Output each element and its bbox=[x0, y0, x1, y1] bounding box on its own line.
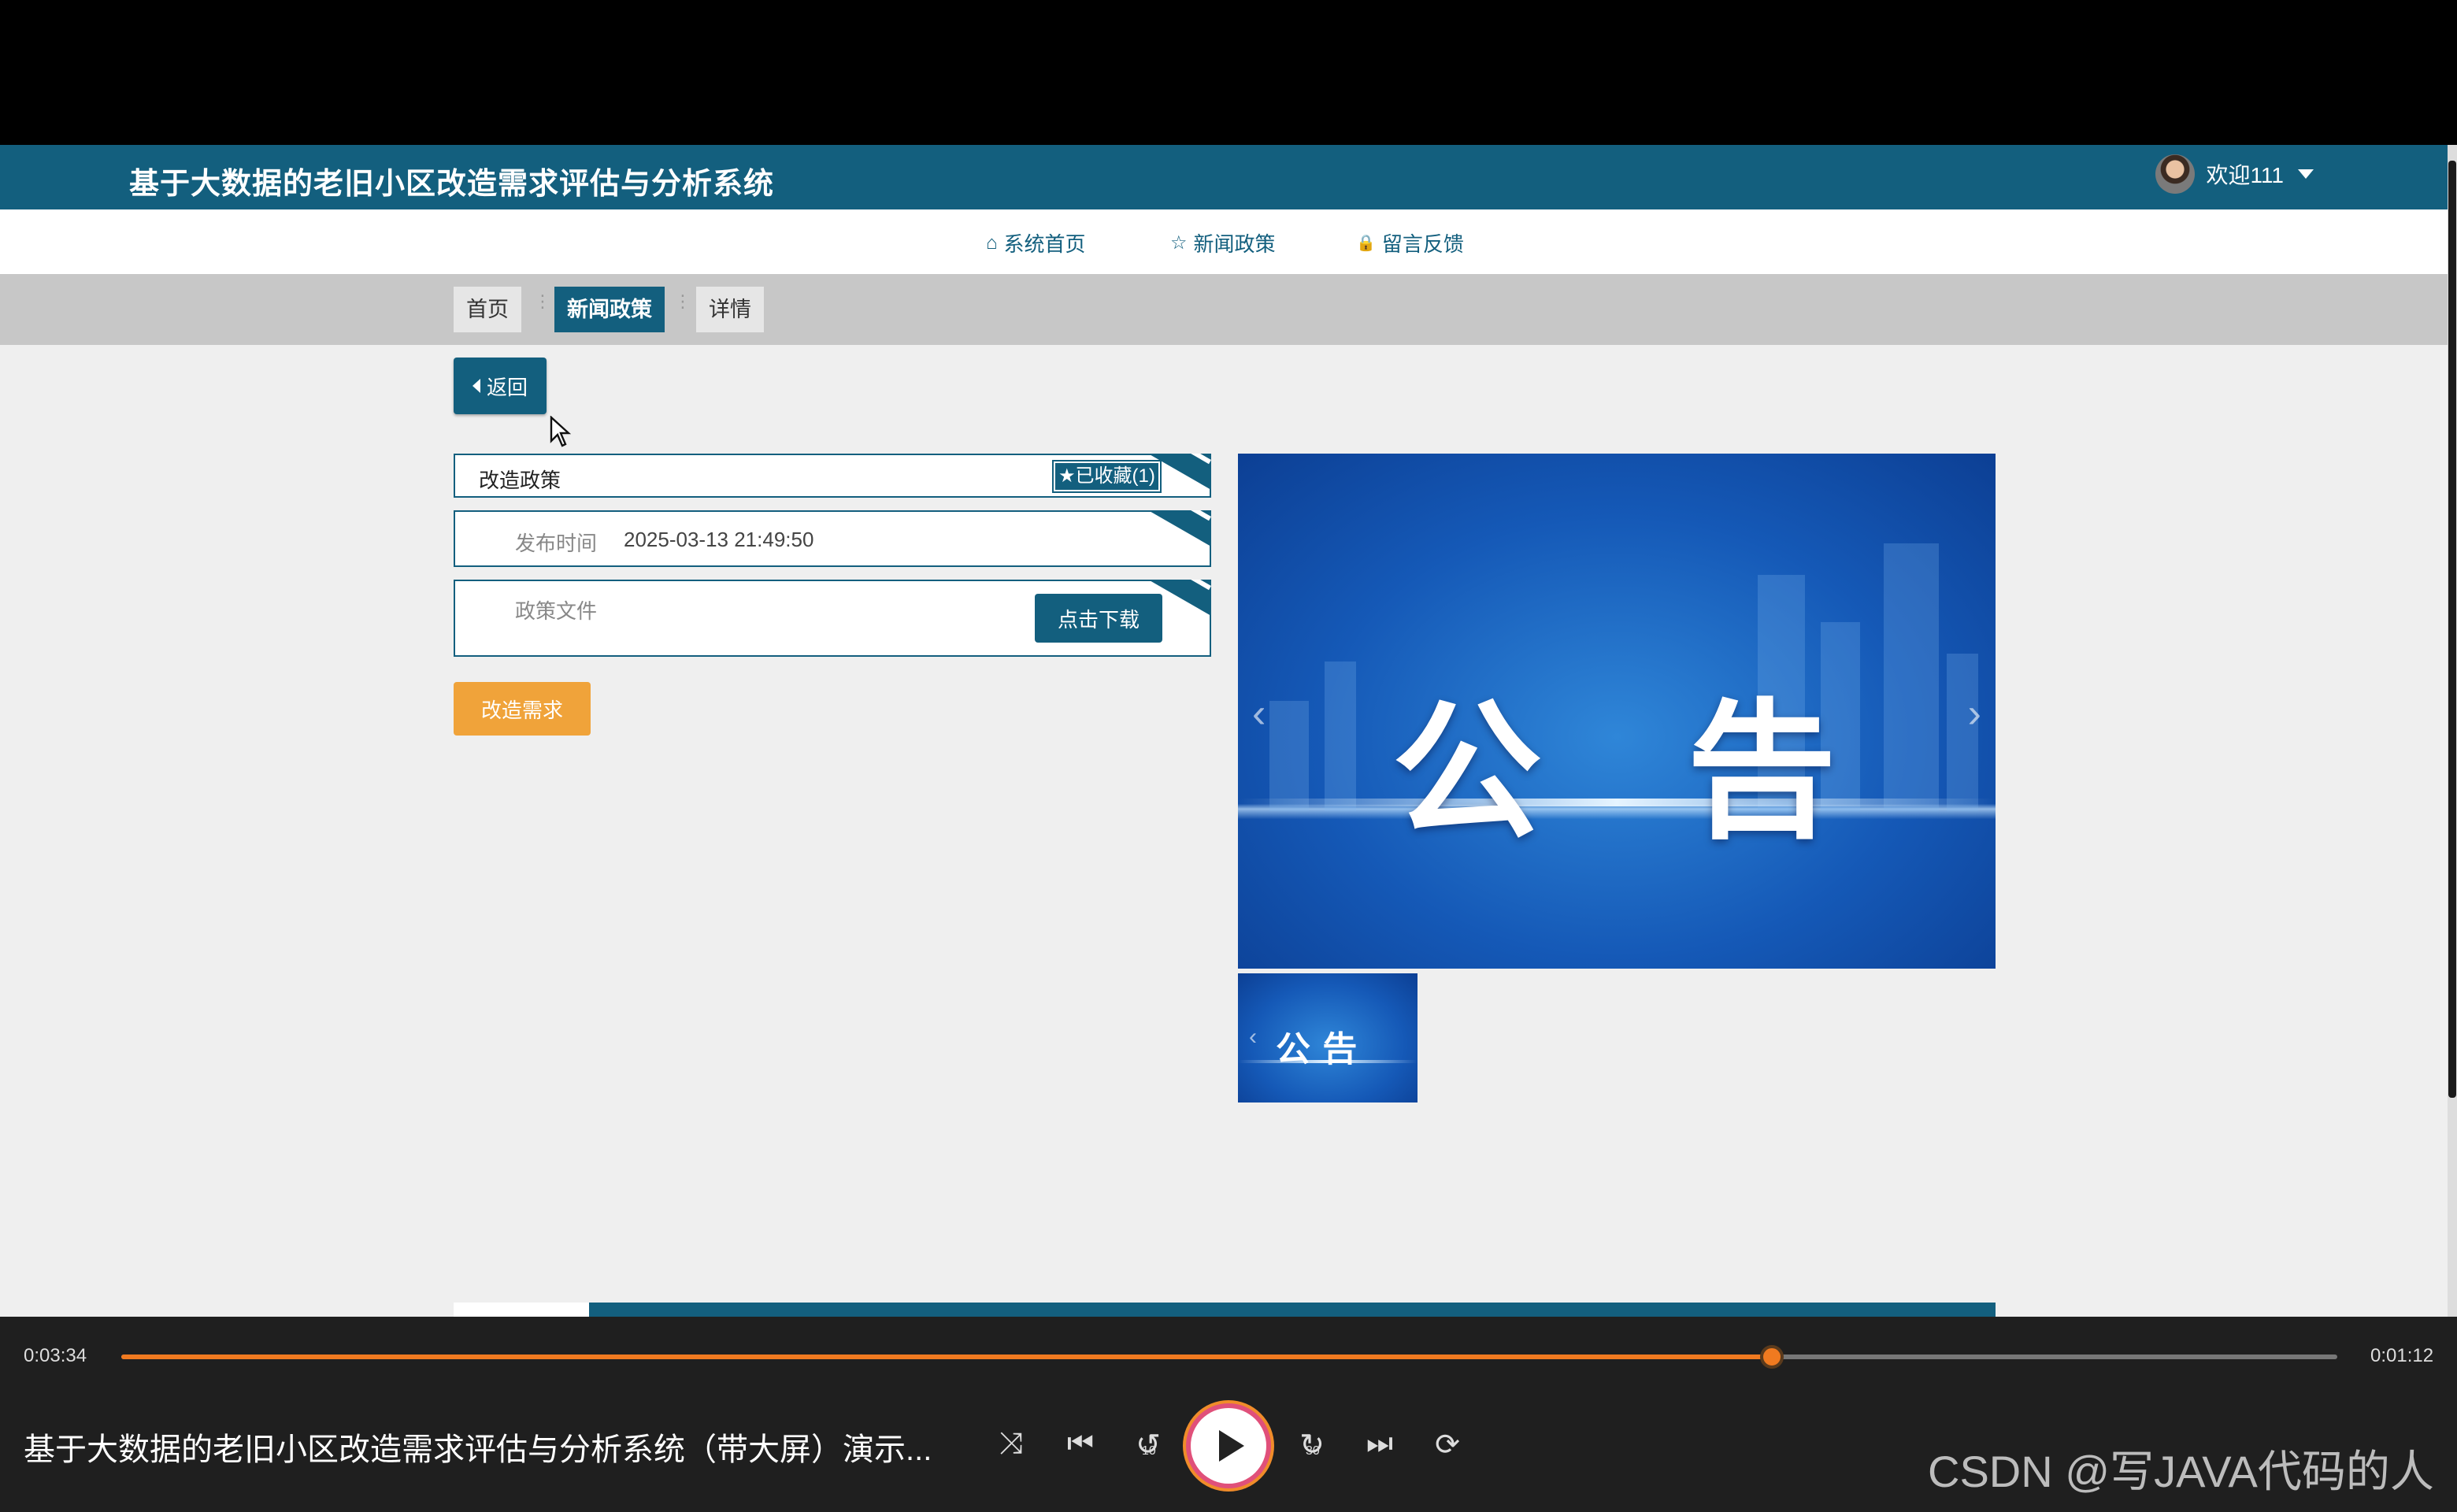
page-scrollbar[interactable] bbox=[2448, 145, 2457, 1317]
next-track-icon[interactable]: ⏭ bbox=[1362, 1427, 1397, 1461]
download-button[interactable]: 点击下载 bbox=[1035, 594, 1162, 643]
rewind-seconds: 10 bbox=[1142, 1444, 1156, 1458]
policy-title: 改造政策 bbox=[479, 469, 561, 492]
progress-knob[interactable] bbox=[1760, 1345, 1784, 1369]
banner-char-1: 公 bbox=[1392, 685, 1543, 859]
previous-track-icon[interactable]: ⏮ bbox=[1063, 1427, 1098, 1461]
back-label: 返回 bbox=[486, 375, 528, 399]
remaining-time: 0:01:12 bbox=[2370, 1345, 2434, 1366]
nav-news-policy-label: 新闻政策 bbox=[1193, 232, 1276, 256]
website-viewport: 基于大数据的老旧小区改造需求评估与分析系统 欢迎111 ⌂ 系统首页 ☆ 新闻政… bbox=[0, 145, 2457, 1317]
image-carousel[interactable]: 公 告 ‹ › bbox=[1238, 454, 1996, 969]
elapsed-time: 0:03:34 bbox=[24, 1345, 87, 1366]
breadcrumb-detail: 详情 bbox=[696, 287, 764, 332]
policy-file-label: 政策文件 bbox=[515, 599, 598, 623]
reform-demand-button[interactable]: 改造需求 bbox=[454, 682, 591, 736]
star-icon: ☆ bbox=[1170, 232, 1188, 254]
avatar[interactable] bbox=[2155, 154, 2196, 194]
breadcrumb-separator: ⋮ bbox=[534, 291, 551, 311]
home-icon: ⌂ bbox=[986, 232, 998, 254]
carousel-next-icon[interactable]: › bbox=[1968, 690, 1981, 737]
nav-feedback-label: 留言反馈 bbox=[1381, 232, 1464, 256]
corner-decoration bbox=[1148, 510, 1211, 547]
publish-time-label: 发布时间 bbox=[515, 532, 598, 555]
corner-decoration bbox=[1148, 580, 1211, 616]
title-field: 改造政策 ★已收藏(1) bbox=[454, 454, 1211, 498]
banner-char-2: 告 bbox=[1687, 685, 1837, 859]
top-header: 基于大数据的老旧小区改造需求评估与分析系统 欢迎111 bbox=[0, 145, 2448, 209]
progress-bar[interactable] bbox=[121, 1345, 2337, 1369]
user-greeting[interactable]: 欢迎111 bbox=[2206, 158, 2284, 190]
city-skyline-decoration bbox=[1238, 528, 1996, 811]
video-player-controls: 0:03:34 0:01:12 基于大数据的老旧小区改造需求评估与分析系统（带大… bbox=[0, 1317, 2457, 1512]
csdn-watermark: CSDN @写JAVA代码的人 bbox=[1928, 1447, 2434, 1496]
video-title: 基于大数据的老旧小区改造需求评估与分析系统（带大屏）演示... bbox=[24, 1432, 932, 1467]
favorite-button[interactable]: ★已收藏(1) bbox=[1052, 460, 1162, 493]
lock-icon: 🔒 bbox=[1356, 235, 1376, 252]
repeat-off-icon[interactable]: ⟳ bbox=[1430, 1427, 1465, 1462]
carousel-thumbnail[interactable]: ‹ 公 告 bbox=[1238, 973, 1418, 1102]
thumbnail-prev-icon: ‹ bbox=[1249, 1024, 1257, 1050]
breadcrumb: 首页 ⋮ 新闻政策 ⋮ 详情 bbox=[0, 274, 2448, 345]
content-tab-strip bbox=[454, 1303, 1996, 1317]
caret-left-icon bbox=[472, 379, 480, 393]
main-nav: ⌂ 系统首页 ☆ 新闻政策 🔒 留言反馈 bbox=[0, 209, 2448, 274]
publish-time-field: 发布时间 2025-03-13 21:49:50 bbox=[454, 510, 1211, 567]
corner-decoration bbox=[1148, 454, 1211, 490]
chevron-down-icon[interactable] bbox=[2298, 169, 2314, 179]
rewind-10-icon[interactable]: ↺ 10 bbox=[1131, 1427, 1166, 1462]
play-button[interactable] bbox=[1191, 1408, 1266, 1484]
breadcrumb-separator: ⋮ bbox=[674, 291, 691, 311]
nav-news-policy[interactable]: ☆ 新闻政策 bbox=[1170, 228, 1276, 258]
thumbnail-text: 公 告 bbox=[1276, 1029, 1358, 1069]
forward-30-icon[interactable]: ↻ 30 bbox=[1295, 1427, 1329, 1462]
scrollbar-thumb[interactable] bbox=[2448, 161, 2456, 1098]
shuffle-icon[interactable]: ⤨ bbox=[994, 1427, 1028, 1461]
nav-feedback[interactable]: 🔒 留言反馈 bbox=[1356, 228, 1464, 258]
publish-time-value: 2025-03-13 21:49:50 bbox=[624, 528, 814, 551]
progress-fill bbox=[121, 1354, 1773, 1359]
play-icon bbox=[1219, 1430, 1244, 1462]
policy-file-field: 政策文件 点击下载 bbox=[454, 580, 1211, 657]
light-line-decoration bbox=[1238, 799, 1996, 806]
breadcrumb-home[interactable]: 首页 bbox=[454, 287, 521, 332]
user-menu[interactable]: 欢迎111 bbox=[2155, 154, 2314, 194]
carousel-prev-icon[interactable]: ‹ bbox=[1252, 690, 1266, 737]
forward-seconds: 30 bbox=[1306, 1444, 1320, 1458]
nav-home[interactable]: ⌂ 系统首页 bbox=[986, 228, 1086, 258]
breadcrumb-news-policy[interactable]: 新闻政策 bbox=[554, 287, 665, 332]
site-title: 基于大数据的老旧小区改造需求评估与分析系统 bbox=[129, 168, 775, 201]
nav-home-label: 系统首页 bbox=[1003, 232, 1086, 256]
back-button[interactable]: 返回 bbox=[454, 358, 547, 414]
